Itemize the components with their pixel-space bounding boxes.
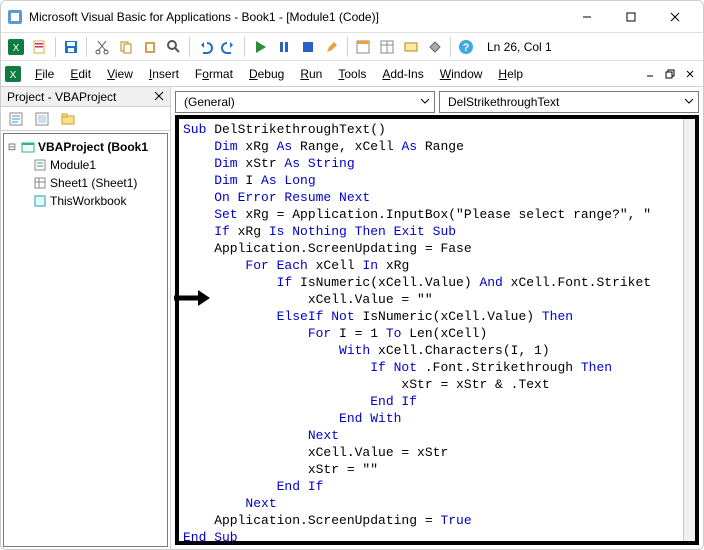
project-explorer: Project - VBAProject ⊟ VBAProject (Book1… — [1, 87, 171, 549]
chevron-down-icon — [684, 95, 694, 109]
chevron-down-icon — [420, 95, 430, 109]
svg-text:X: X — [10, 70, 17, 81]
inner-restore-button[interactable] — [661, 66, 679, 82]
cut-icon[interactable] — [91, 36, 113, 58]
redo-icon[interactable] — [218, 36, 240, 58]
toggle-folders-icon[interactable] — [57, 108, 79, 130]
toolbox-icon[interactable] — [424, 36, 446, 58]
excel-icon[interactable]: X — [5, 36, 27, 58]
menu-addins[interactable]: Add-Ins — [374, 65, 431, 83]
vba-app-icon — [7, 9, 23, 25]
svg-text:X: X — [13, 43, 20, 54]
tree-item-sheet1[interactable]: Sheet1 (Sheet1) — [6, 174, 165, 192]
menu-view[interactable]: View — [99, 65, 141, 83]
help-icon[interactable]: ? — [455, 36, 477, 58]
maximize-button[interactable] — [609, 3, 653, 31]
find-icon[interactable] — [163, 36, 185, 58]
close-button[interactable] — [653, 3, 697, 31]
sheet-icon — [33, 176, 47, 190]
tree-item-label: Module1 — [50, 158, 96, 172]
workbook-icon — [33, 194, 47, 208]
view-code-icon[interactable] — [5, 108, 27, 130]
view-object-icon[interactable] — [31, 108, 53, 130]
tree-item-label: ThisWorkbook — [50, 194, 126, 208]
module-icon — [33, 158, 47, 172]
insert-module-icon[interactable] — [29, 36, 51, 58]
menu-debug[interactable]: Debug — [241, 65, 292, 83]
object-dropdown-value: (General) — [184, 95, 235, 109]
design-mode-icon[interactable] — [321, 36, 343, 58]
main-toolbar: X ? Ln 26, Col 1 — [1, 33, 703, 61]
object-browser-icon[interactable] — [400, 36, 422, 58]
menu-format[interactable]: Format — [187, 65, 241, 83]
excel-small-icon[interactable]: X — [5, 66, 21, 82]
project-explorer-title: Project - VBAProject — [1, 87, 170, 107]
procedure-dropdown-value: DelStrikethroughText — [448, 95, 559, 109]
cursor-position: Ln 26, Col 1 — [487, 40, 552, 54]
procedure-dropdown[interactable]: DelStrikethroughText — [439, 91, 699, 113]
undo-icon[interactable] — [194, 36, 216, 58]
svg-text:?: ? — [463, 42, 470, 54]
menu-insert[interactable]: Insert — [141, 65, 187, 83]
titlebar: Microsoft Visual Basic for Applications … — [1, 1, 703, 33]
project-explorer-close-icon[interactable] — [154, 90, 164, 104]
tree-item-label: Sheet1 (Sheet1) — [50, 176, 137, 190]
menubar: X File Edit View Insert Format Debug Run… — [1, 61, 703, 87]
code-pane: (General) DelStrikethroughText Sub DelSt… — [171, 87, 703, 549]
minimize-button[interactable] — [565, 3, 609, 31]
menu-tools[interactable]: Tools — [330, 65, 374, 83]
vertical-scrollbar[interactable] — [683, 119, 695, 541]
code-editor[interactable]: Sub DelStrikethroughText() Dim xRg As Ra… — [179, 119, 683, 541]
menu-edit[interactable]: Edit — [62, 65, 99, 83]
copy-icon[interactable] — [115, 36, 137, 58]
project-tree[interactable]: ⊟ VBAProject (Book1 Module1 Sheet1 (Shee… — [3, 133, 168, 547]
run-icon[interactable] — [249, 36, 271, 58]
tree-item-thisworkbook[interactable]: ThisWorkbook — [6, 192, 165, 210]
project-explorer-title-text: Project - VBAProject — [7, 90, 116, 104]
tree-root-label: VBAProject (Book1 — [38, 140, 148, 154]
tree-item-module1[interactable]: Module1 — [6, 156, 165, 174]
paste-icon[interactable] — [139, 36, 161, 58]
break-icon[interactable] — [273, 36, 295, 58]
code-editor-frame: Sub DelStrikethroughText() Dim xRg As Ra… — [175, 115, 699, 545]
save-icon[interactable] — [60, 36, 82, 58]
vbaproject-icon — [21, 140, 35, 154]
project-explorer-toolbar — [1, 107, 170, 131]
menu-run[interactable]: Run — [292, 65, 330, 83]
inner-close-button[interactable] — [681, 66, 699, 82]
object-dropdown[interactable]: (General) — [175, 91, 435, 113]
menu-help[interactable]: Help — [490, 65, 531, 83]
menu-window[interactable]: Window — [432, 65, 491, 83]
project-explorer-icon[interactable] — [352, 36, 374, 58]
reset-icon[interactable] — [297, 36, 319, 58]
collapse-icon[interactable]: ⊟ — [6, 142, 18, 153]
inner-minimize-button[interactable] — [641, 66, 659, 82]
window-title: Microsoft Visual Basic for Applications … — [29, 10, 565, 24]
tree-root[interactable]: ⊟ VBAProject (Book1 — [6, 138, 165, 156]
properties-icon[interactable] — [376, 36, 398, 58]
menu-file[interactable]: File — [27, 65, 62, 83]
